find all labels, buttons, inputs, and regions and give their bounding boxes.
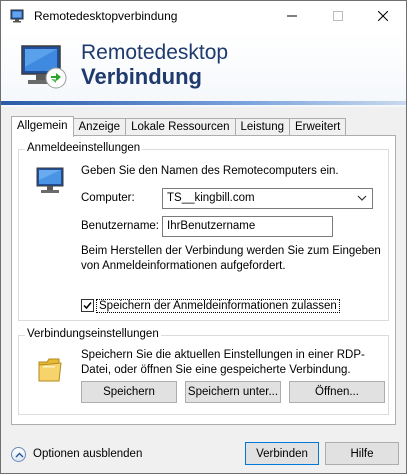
close-icon (377, 9, 389, 24)
computer-icon (35, 166, 69, 196)
login-settings-group: Anmeldeeinstellungen Geben Sie den Namen… (18, 142, 389, 321)
computer-label: Computer: (81, 192, 135, 204)
title-bar: Remotedesktopverbindung (1, 1, 406, 32)
banner: Remotedesktop Verbindung (1, 32, 406, 107)
connection-settings-group: Verbindungseinstellungen Speichern Sie d… (18, 328, 389, 415)
help-button[interactable]: Hilfe (325, 442, 399, 465)
login-settings-legend: Anmeldeeinstellungen (25, 142, 143, 154)
tab-allgemein[interactable]: Allgemein (11, 116, 74, 137)
chevron-up-icon[interactable] (11, 446, 26, 462)
banner-stripe (1, 101, 406, 105)
hide-options-label[interactable]: Optionen ausblenden (33, 448, 142, 460)
hide-options-toggle[interactable]: Optionen ausblenden (11, 445, 142, 463)
minimize-icon (287, 9, 297, 24)
connection-description: Speichern Sie die aktuellen Einstellunge… (81, 349, 365, 376)
remote-desktop-window: Remotedesktopverbindung Remotedesktop Ve… (0, 0, 407, 474)
save-credentials-checkbox[interactable] (81, 299, 94, 312)
maximize-icon (333, 9, 343, 24)
folder-icon (37, 354, 63, 384)
credentials-info-text: Beim Herstellen der Verbindung werden Si… (81, 245, 381, 272)
maximize-button[interactable] (315, 1, 361, 32)
checkmark-icon (83, 302, 92, 310)
login-description: Geben Sie den Namen des Remotecomputers … (81, 165, 339, 177)
banner-title-line1: Remotedesktop (81, 41, 229, 64)
connect-button[interactable]: Verbinden (245, 442, 319, 465)
window-title: Remotedesktopverbindung (34, 9, 178, 23)
tab-panel-allgemein: Anmeldeeinstellungen Geben Sie den Namen… (11, 135, 396, 425)
save-credentials-label[interactable]: Speichern der Anmeldeinformationen zulas… (96, 298, 340, 313)
chevron-down-icon[interactable] (357, 193, 367, 203)
username-field[interactable]: IhrBenutzername (162, 216, 333, 237)
username-label: Benutzername: (81, 220, 159, 232)
open-button[interactable]: Öffnen... (289, 381, 385, 403)
banner-title-line2: Verbindung (81, 64, 202, 89)
save-credentials-row[interactable]: Speichern der Anmeldeinformationen zulas… (81, 297, 340, 314)
computer-value: TS__kingbill.com (167, 192, 255, 204)
computer-combobox[interactable]: TS__kingbill.com (162, 188, 373, 209)
remote-desktop-app-icon (10, 9, 26, 23)
remote-desktop-icon (18, 42, 70, 92)
close-button[interactable] (360, 1, 406, 32)
tab-strip: Allgemein Anzeige Lokale Ressourcen Leis… (11, 116, 347, 137)
save-as-button[interactable]: Speichern unter... (185, 381, 281, 403)
minimize-button[interactable] (269, 1, 315, 32)
save-button[interactable]: Speichern (81, 381, 177, 403)
connection-settings-legend: Verbindungseinstellungen (25, 328, 161, 340)
